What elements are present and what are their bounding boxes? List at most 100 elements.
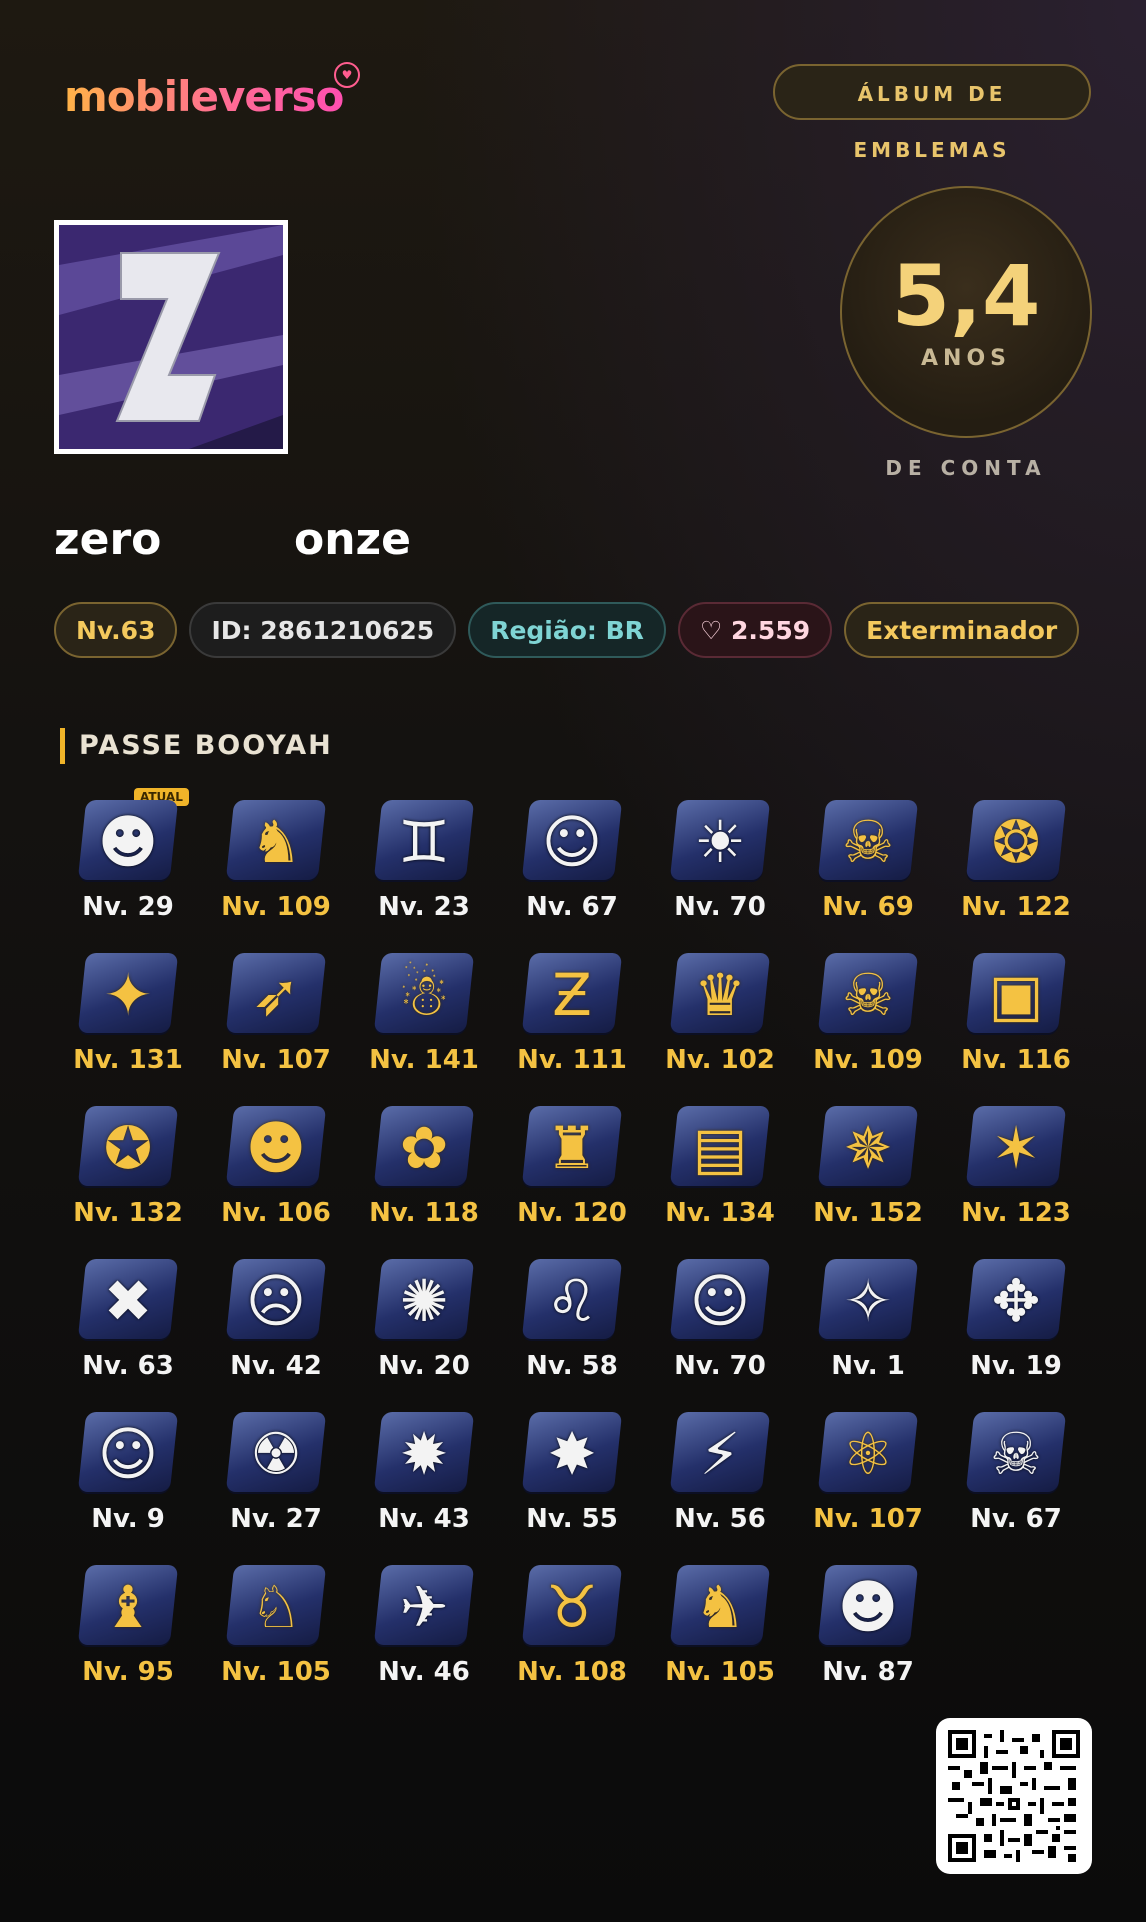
emblem-item[interactable]: ➶ Nv. 107 <box>216 941 364 1094</box>
emblem-icon: ⚛ <box>842 1420 894 1488</box>
emblem-item[interactable]: ✺ Nv. 20 <box>364 1247 512 1400</box>
emblem-item[interactable]: Ƶ Nv. 111 <box>512 941 660 1094</box>
emblem-level-label: Nv. 70 <box>674 1351 766 1381</box>
emblem-icon: ⚡ <box>699 1420 741 1488</box>
emblem-level-label: Nv. 111 <box>517 1045 627 1075</box>
emblem-item[interactable]: ❂ Nv. 122 <box>956 788 1104 941</box>
emblem-level-label: Nv. 105 <box>221 1657 331 1687</box>
emblem-item[interactable]: ▤ Nv. 134 <box>660 1094 808 1247</box>
emblem-item[interactable]: ☀ Nv. 70 <box>660 788 808 941</box>
emblem-icon: ✪ <box>103 1114 153 1182</box>
emblem-item[interactable]: ♛ Nv. 102 <box>660 941 808 1094</box>
emblem-item[interactable]: ♞ Nv. 105 <box>660 1553 808 1706</box>
emblem-item[interactable]: ⚛ Nv. 107 <box>808 1400 956 1553</box>
emblem-item[interactable]: ♊ Nv. 23 <box>364 788 512 941</box>
level-chip: Nv.63 <box>54 602 178 658</box>
emblem-item[interactable]: ✹ Nv. 43 <box>364 1400 512 1553</box>
emblem-icon: ☺ <box>689 1267 751 1335</box>
emblem-level-label: Nv. 67 <box>526 892 618 922</box>
emblem-level-label: Nv. 55 <box>526 1504 618 1534</box>
emblem-item[interactable]: ✧ Nv. 1 <box>808 1247 956 1400</box>
emblem-item[interactable]: ♌ Nv. 58 <box>512 1247 660 1400</box>
account-age-value: 5,4 <box>891 247 1041 345</box>
emblem-level-label: Nv. 43 <box>378 1504 470 1534</box>
emblem-icon: Ƶ <box>552 961 592 1029</box>
emblem-item[interactable]: ♉ Nv. 108 <box>512 1553 660 1706</box>
emblem-icon: ☺ <box>541 808 603 876</box>
emblem-icon: ♝ <box>102 1573 154 1641</box>
emblem-item[interactable]: ♝ Nv. 95 <box>68 1553 216 1706</box>
player-avatar <box>54 220 288 454</box>
emblem-item[interactable]: ☺ Nv. 67 <box>512 788 660 941</box>
emblem-icon: ☠ <box>990 1420 1042 1488</box>
emblem-item[interactable]: ✖ Nv. 63 <box>68 1247 216 1400</box>
emblem-icon: ✿ <box>399 1114 449 1182</box>
emblem-item[interactable]: ☻ Nv. 106 <box>216 1094 364 1247</box>
emblem-icon: ✶ <box>991 1114 1041 1182</box>
emblem-item[interactable]: ✶ Nv. 123 <box>956 1094 1104 1247</box>
emblem-item[interactable]: ☃ Nv. 141 <box>364 941 512 1094</box>
emblem-level-label: Nv. 87 <box>822 1657 914 1687</box>
emblem-icon: ✺ <box>399 1267 449 1335</box>
emblem-icon: ✈ <box>399 1573 449 1641</box>
emblem-item[interactable]: ✵ Nv. 152 <box>808 1094 956 1247</box>
emblem-level-label: Nv. 69 <box>822 892 914 922</box>
emblem-item[interactable]: ✪ Nv. 132 <box>68 1094 216 1247</box>
emblem-item[interactable]: ✿ Nv. 118 <box>364 1094 512 1247</box>
emblem-level-label: Nv. 106 <box>221 1198 331 1228</box>
emblem-level-label: Nv. 56 <box>674 1504 766 1534</box>
emblem-icon: ☠ <box>842 808 894 876</box>
emblem-icon: ♛ <box>694 961 746 1029</box>
emblem-level-label: Nv. 132 <box>73 1198 183 1228</box>
emblem-item[interactable]: ☠ Nv. 67 <box>956 1400 1104 1553</box>
emblem-item[interactable]: ♞ Nv. 109 <box>216 788 364 941</box>
emblem-level-label: Nv. 70 <box>674 892 766 922</box>
emblem-item[interactable]: ☢ Nv. 27 <box>216 1400 364 1553</box>
passe-booyah-heading: PASSE BOOYAH <box>60 728 333 764</box>
emblem-item[interactable]: ☻ Nv. 87 <box>808 1553 956 1706</box>
emblem-icon: ☃ <box>398 961 450 1029</box>
emblem-item[interactable]: ✦ Nv. 131 <box>68 941 216 1094</box>
avatar-z-icon <box>59 225 283 449</box>
emblem-icon: ▤ <box>692 1114 748 1182</box>
emblem-icon: ❂ <box>991 808 1041 876</box>
album-de-emblemas-button[interactable]: ÁLBUM DE EMBLEMAS <box>773 64 1091 162</box>
emblem-icon: ☀ <box>694 808 746 876</box>
emblem-icon: ♞ <box>694 1573 746 1641</box>
emblem-level-label: Nv. 23 <box>378 892 470 922</box>
emblem-level-label: Nv. 122 <box>961 892 1071 922</box>
emblem-item[interactable]: ✸ Nv. 55 <box>512 1400 660 1553</box>
emblem-level-label: Nv. 107 <box>813 1504 923 1534</box>
emblem-icon: ✵ <box>843 1114 893 1182</box>
emblem-level-label: Nv. 118 <box>369 1198 479 1228</box>
emblem-icon: ✦ <box>103 961 153 1029</box>
emblem-item[interactable]: ☺ Nv. 9 <box>68 1400 216 1553</box>
emblem-level-label: Nv. 109 <box>221 892 331 922</box>
player-id-chip[interactable]: ID: 2861210625 <box>189 602 457 658</box>
nickname-part-2: onze <box>294 514 412 565</box>
emblem-level-label: Nv. 95 <box>82 1657 174 1687</box>
player-title-chip: Exterminador <box>844 602 1080 658</box>
emblem-item[interactable]: ⚡ Nv. 56 <box>660 1400 808 1553</box>
emblem-item[interactable]: ☠ Nv. 109 <box>808 941 956 1094</box>
emblem-item[interactable]: ▣ Nv. 116 <box>956 941 1104 1094</box>
emblem-item[interactable]: ♘ Nv. 105 <box>216 1553 364 1706</box>
emblem-item[interactable]: ☺ Nv. 70 <box>660 1247 808 1400</box>
emblem-grid: ATUAL ☻ Nv. 29 ♞ Nv. 109 ♊ Nv. 23 ☺ Nv. 67 ☀ Nv. 7… <box>68 788 1104 1706</box>
emblem-icon: ☠ <box>842 961 894 1029</box>
emblem-level-label: Nv. 116 <box>961 1045 1071 1075</box>
emblem-level-label: Nv. 109 <box>813 1045 923 1075</box>
region-chip: Região: BR <box>468 602 666 658</box>
emblem-icon: ☺ <box>97 1420 159 1488</box>
emblem-item[interactable]: ATUAL ☻ Nv. 29 <box>68 788 216 941</box>
emblem-icon: ✖ <box>103 1267 153 1335</box>
emblem-item[interactable]: ☹ Nv. 42 <box>216 1247 364 1400</box>
emblem-item[interactable]: ☠ Nv. 69 <box>808 788 956 941</box>
emblem-level-label: Nv. 42 <box>230 1351 322 1381</box>
emblem-item[interactable]: ✥ Nv. 19 <box>956 1247 1104 1400</box>
emblem-item[interactable]: ✈ Nv. 46 <box>364 1553 512 1706</box>
account-age-caption: DE CONTA <box>885 456 1047 480</box>
emblem-icon: ☻ <box>97 808 159 876</box>
likes-chip[interactable]: ♡ 2.559 <box>677 602 833 658</box>
emblem-item[interactable]: ♜ Nv. 120 <box>512 1094 660 1247</box>
